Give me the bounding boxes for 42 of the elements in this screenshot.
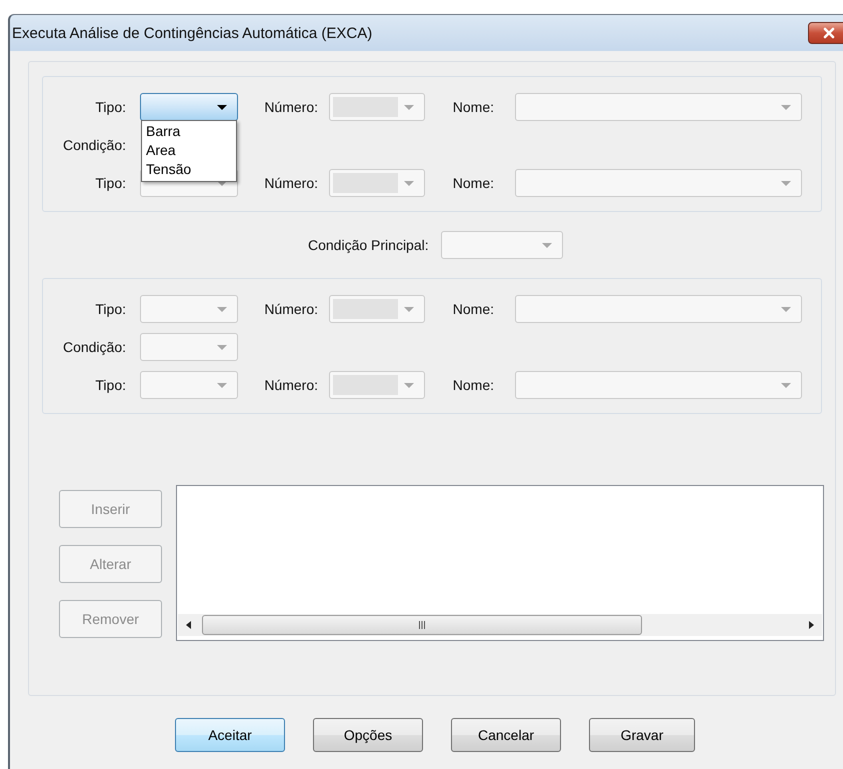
dropdown-arrow-icon xyxy=(216,306,228,312)
dialog-button[interactable]: Cancelar xyxy=(451,718,561,752)
name-label: Nome: xyxy=(452,301,494,317)
dropdown-arrow-icon xyxy=(780,382,792,388)
horizontal-scrollbar[interactable] xyxy=(178,614,822,636)
dropdown-arrow-icon xyxy=(403,306,415,312)
dropdown-arrow-icon xyxy=(780,180,792,186)
type-label: Tipo: xyxy=(94,377,126,393)
dialog-button[interactable]: Gravar xyxy=(589,718,695,752)
type-label: Tipo: xyxy=(94,99,126,115)
dropdown-arrow-icon xyxy=(780,104,792,110)
scroll-thumb[interactable] xyxy=(202,615,642,635)
type-label: Tipo: xyxy=(94,301,126,317)
dropdown-arrow-icon xyxy=(216,344,228,350)
dialog-button[interactable]: Opções xyxy=(313,718,423,752)
dropdown-option[interactable]: Tensão xyxy=(146,160,236,179)
dropdown-arrow-icon xyxy=(540,242,553,248)
grip-icon xyxy=(418,621,426,629)
dropdown-arrow-icon xyxy=(216,382,228,388)
condition-label: Condição: xyxy=(62,137,126,153)
close-button[interactable] xyxy=(808,22,843,44)
name-label: Nome: xyxy=(452,99,494,115)
dropdown-arrow-icon xyxy=(780,306,792,312)
dialog-button[interactable]: Aceitar xyxy=(175,718,285,752)
number-label: Número: xyxy=(263,301,318,317)
name-label: Nome: xyxy=(452,377,494,393)
dropdown-arrow-icon xyxy=(403,104,415,110)
name-label: Nome: xyxy=(452,175,494,191)
number-label: Número: xyxy=(263,175,318,191)
dropdown-arrow-icon xyxy=(403,180,415,186)
type-label: Tipo: xyxy=(94,175,126,191)
dropdown-arrow-icon xyxy=(216,180,228,186)
number-label: Número: xyxy=(263,377,318,393)
dropdown-option[interactable]: Area xyxy=(146,141,236,160)
window-title: Executa Análise de Contingências Automática (EXCA) xyxy=(12,24,372,42)
dropdown-option[interactable]: Barra xyxy=(146,122,236,141)
dropdown-arrow-icon xyxy=(216,104,228,110)
dropdown-arrow-icon xyxy=(403,382,415,388)
number-label: Número: xyxy=(263,99,318,115)
close-icon xyxy=(822,27,836,39)
condition-label: Condição: xyxy=(62,339,126,355)
main-condition-label: Condição Principal: xyxy=(308,237,429,253)
